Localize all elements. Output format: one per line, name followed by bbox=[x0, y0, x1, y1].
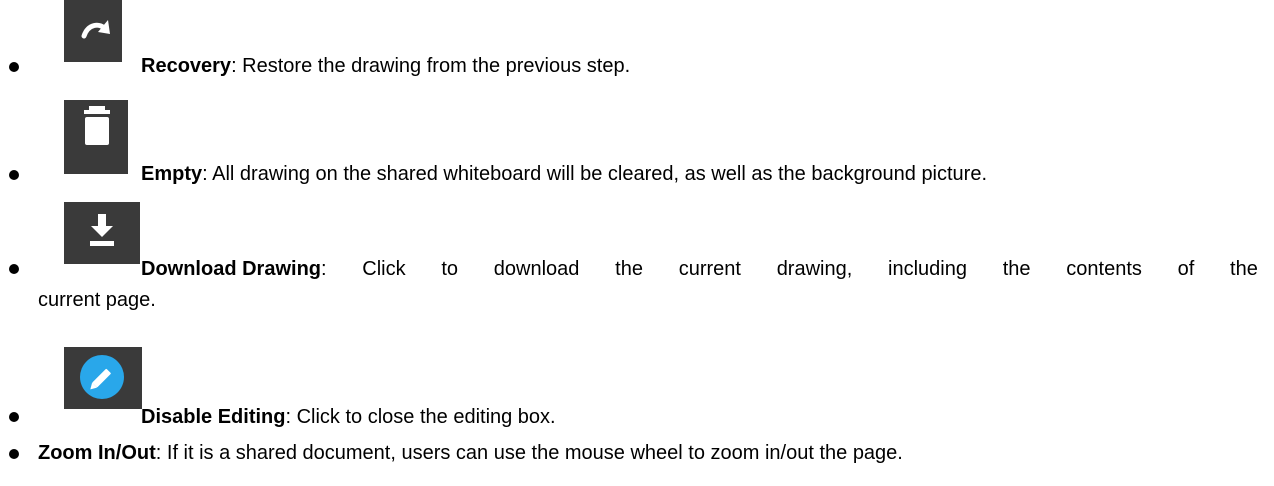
item-term: Download Drawing bbox=[141, 258, 321, 280]
item-description: All drawing on the shared whiteboard wil… bbox=[207, 163, 988, 185]
download-drawing-button[interactable] bbox=[64, 202, 140, 264]
list-item-empty: Empty: All drawing on the shared whitebo… bbox=[0, 100, 1274, 190]
item-description-continued: current page. bbox=[38, 289, 156, 311]
redo-arrow-icon bbox=[81, 20, 110, 39]
list-item-download-drawing: Download Drawing: Click to download the … bbox=[0, 202, 1274, 312]
item-text: Recovery: Restore the drawing from the p… bbox=[141, 55, 631, 77]
list-item-zoom: Zoom In/Out: If it is a shared document,… bbox=[0, 435, 1274, 475]
bullet bbox=[9, 62, 19, 72]
item-term: Zoom In/Out bbox=[38, 442, 156, 464]
item-term: Recovery bbox=[141, 55, 232, 77]
pencil-circle-icon bbox=[80, 355, 124, 399]
item-term: Disable Editing bbox=[141, 406, 286, 428]
list-item-disable-editing: Disable Editing: Click to close the edit… bbox=[0, 347, 1274, 428]
list-item-recovery: Recovery: Restore the drawing from the p… bbox=[0, 0, 1274, 90]
item-text: Empty: All drawing on the shared whitebo… bbox=[141, 163, 988, 185]
download-icon bbox=[90, 214, 114, 246]
item-text: Download Drawing: Click to download the … bbox=[141, 258, 1258, 280]
trash-icon bbox=[84, 106, 110, 145]
bullet bbox=[9, 264, 19, 274]
item-description: Click to close the editing box. bbox=[291, 406, 556, 428]
empty-button[interactable] bbox=[64, 100, 128, 174]
item-term: Empty bbox=[141, 163, 203, 185]
item-description: If it is a shared document, users can us… bbox=[161, 442, 903, 464]
item-description: Restore the drawing from the previous st… bbox=[236, 55, 631, 77]
bullet bbox=[9, 449, 19, 459]
item-text: Disable Editing: Click to close the edit… bbox=[141, 406, 556, 428]
item-text: Zoom In/Out: If it is a shared document,… bbox=[38, 442, 903, 464]
disable-editing-button[interactable] bbox=[64, 347, 142, 409]
bullet bbox=[9, 170, 19, 180]
bullet bbox=[9, 412, 19, 422]
recovery-button[interactable] bbox=[64, 0, 122, 62]
